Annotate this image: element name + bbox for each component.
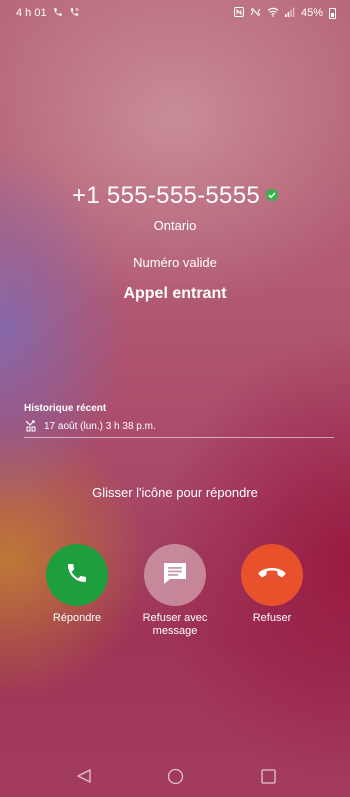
back-icon[interactable] (76, 768, 92, 789)
caller-number-row: +1 555-555-5555 (0, 182, 350, 210)
verified-check-icon (266, 188, 278, 201)
status-bar-right: 45% (233, 6, 336, 20)
divider (24, 437, 334, 438)
nfc-icon (233, 6, 244, 20)
history-entry: 17 août (lun.) 3 h 38 p.m. (24, 418, 336, 435)
message-label: Refuser avec message (142, 612, 208, 637)
status-bar: 4 h 01 45% (0, 0, 350, 26)
battery-percent: 45% (300, 7, 323, 19)
signal-icon (284, 7, 295, 20)
recent-history: Historique récent 17 août (lun.) 3 h 38 … (24, 403, 336, 435)
clock: 4 h 01 (16, 7, 47, 19)
wifi-icon (267, 7, 279, 20)
history-entry-text: 17 août (lun.) 3 h 38 p.m. (44, 421, 156, 432)
vibrate-icon (250, 7, 261, 20)
wifi-call-icon (69, 7, 80, 20)
hang-up-icon (258, 566, 286, 585)
decline-button[interactable] (241, 544, 303, 606)
answer-action[interactable]: Répondre (27, 544, 127, 625)
caller-location: Ontario (153, 218, 197, 233)
decline-action[interactable]: Refuser (222, 544, 322, 625)
missed-call-icon (24, 418, 38, 435)
caller-number: +1 555-555-5555 (72, 182, 260, 209)
decline-with-message-button[interactable] (144, 544, 206, 606)
call-icon (53, 7, 63, 20)
home-icon[interactable] (167, 768, 184, 790)
navigation-bar (0, 760, 350, 794)
message-action[interactable]: Refuser avec message (125, 544, 225, 638)
call-status: Appel entrant (123, 285, 227, 302)
status-bar-left: 4 h 01 (16, 7, 80, 20)
answer-label: Répondre (52, 612, 102, 624)
validation-text: Numéro valide (133, 255, 217, 270)
battery-icon (329, 7, 336, 19)
answer-button[interactable] (46, 544, 108, 606)
recent-apps-icon[interactable] (261, 769, 276, 789)
decline-label: Refuser (252, 612, 292, 624)
message-icon (162, 561, 188, 590)
phone-icon (65, 561, 89, 590)
history-title: Historique récent (24, 403, 107, 414)
swipe-hint: Glisser l'icône pour répondre (92, 485, 258, 500)
